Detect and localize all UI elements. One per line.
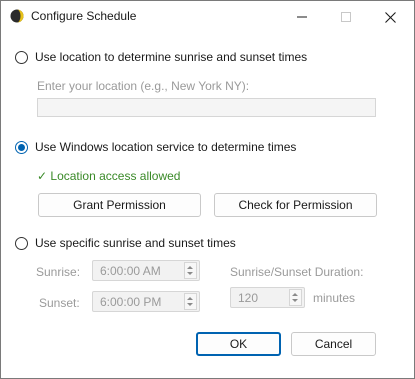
grant-permission-button[interactable]: Grant Permission: [38, 193, 201, 217]
minimize-button[interactable]: [280, 4, 324, 30]
sunrise-time-picker[interactable]: 6:00:00 AM: [92, 260, 200, 281]
spinner-up-icon[interactable]: [292, 293, 298, 296]
close-button[interactable]: [368, 4, 412, 30]
radio-specific-times[interactable]: Use specific sunrise and sunset times: [15, 236, 236, 250]
sunset-time-picker[interactable]: 6:00:00 PM: [92, 291, 200, 312]
duration-spinner[interactable]: [289, 289, 302, 306]
radio-specific-times-label: Use specific sunrise and sunset times: [35, 236, 236, 250]
radio-windows-location-indicator[interactable]: [15, 140, 28, 154]
location-input[interactable]: [37, 98, 376, 117]
duration-value: 120: [238, 291, 259, 305]
maximize-icon: [341, 12, 351, 22]
sunrise-time-value: 6:00:00 AM: [100, 264, 161, 278]
minimize-icon: [297, 16, 307, 18]
sunset-time-value: 6:00:00 PM: [100, 295, 162, 309]
sun-moon-app-icon: [10, 9, 24, 23]
spinner-up-icon[interactable]: [187, 297, 193, 300]
radio-specific-times-indicator[interactable]: [15, 236, 28, 250]
maximize-button[interactable]: [324, 4, 368, 30]
radio-use-location-label: Use location to determine sunrise and su…: [35, 50, 308, 64]
spinner-down-icon[interactable]: [187, 303, 193, 306]
sunset-label: Sunset:: [39, 296, 80, 310]
sunset-spinner[interactable]: [184, 293, 197, 310]
spinner-up-icon[interactable]: [187, 266, 193, 269]
ok-button[interactable]: OK: [196, 332, 281, 356]
radio-windows-location[interactable]: Use Windows location service to determin…: [15, 140, 296, 154]
radio-windows-location-label: Use Windows location service to determin…: [35, 140, 297, 154]
window-title: Configure Schedule: [31, 9, 137, 23]
duration-input[interactable]: 120: [230, 287, 305, 308]
title-bar: Configure Schedule: [1, 1, 414, 32]
cancel-button[interactable]: Cancel: [291, 332, 376, 356]
duration-label: Sunrise/Sunset Duration:: [230, 265, 364, 279]
spinner-down-icon[interactable]: [292, 299, 298, 302]
configure-schedule-dialog: Configure Schedule Use location to deter…: [0, 0, 415, 379]
check-permission-button[interactable]: Check for Permission: [214, 193, 377, 217]
location-access-status: ✓ Location access allowed: [37, 169, 181, 183]
radio-use-location[interactable]: Use location to determine sunrise and su…: [15, 50, 307, 64]
sunrise-label: Sunrise:: [36, 265, 81, 279]
duration-unit-label: minutes: [313, 291, 356, 305]
close-icon: [384, 11, 396, 23]
sunrise-spinner[interactable]: [184, 262, 197, 279]
location-input-label: Enter your location (e.g., New York NY):: [37, 79, 250, 93]
radio-use-location-indicator[interactable]: [15, 50, 28, 64]
spinner-down-icon[interactable]: [187, 272, 193, 275]
